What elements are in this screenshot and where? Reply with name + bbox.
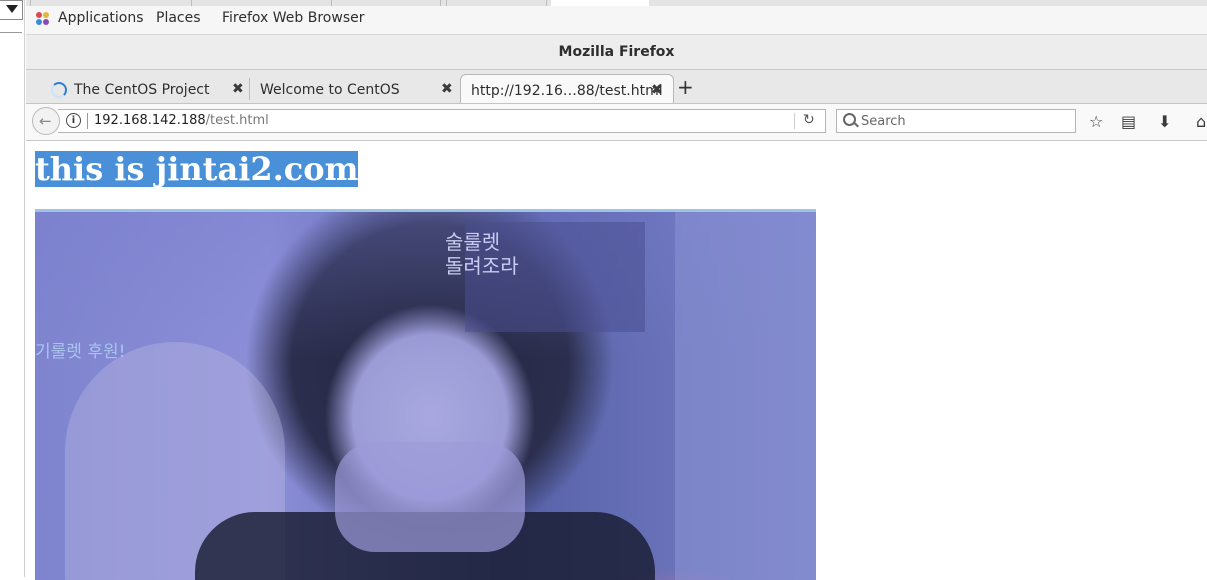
- bookmark-star-icon[interactable]: ☆: [1089, 112, 1103, 131]
- reading-list-icon[interactable]: ▤: [1121, 112, 1136, 131]
- page-heading: this is jintai2.com: [35, 150, 359, 188]
- active-app-menu[interactable]: Firefox Web Browser: [222, 10, 365, 26]
- close-tab-icon[interactable]: ✖: [441, 81, 453, 97]
- watermark: CSDN @StarkDD1127: [1038, 552, 1191, 568]
- tab-label: Welcome to CentOS: [260, 82, 400, 98]
- downloads-icon[interactable]: ⬇: [1158, 112, 1171, 131]
- image-caption-line2: 돌려조라: [445, 254, 519, 278]
- url-bar[interactable]: i 192.168.142.188/test.html ↻: [58, 109, 826, 133]
- back-arrow-icon: ←: [39, 112, 52, 130]
- search-icon: [843, 113, 856, 126]
- home-icon[interactable]: ⌂: [1196, 112, 1206, 131]
- applications-menu[interactable]: Applications: [58, 10, 144, 26]
- image-caption-line1: 술룰렛: [445, 230, 501, 254]
- close-tab-icon[interactable]: ✖: [232, 81, 244, 97]
- url-text[interactable]: 192.168.142.188/test.html: [94, 113, 269, 128]
- close-tab-icon[interactable]: ✖: [651, 82, 663, 98]
- reload-icon[interactable]: ↻: [803, 112, 815, 128]
- applications-icon: [36, 12, 50, 26]
- tab-label: The CentOS Project: [74, 82, 210, 98]
- window-titlebar[interactable]: Mozilla Firefox: [26, 35, 1207, 70]
- background-window-strip: [0, 0, 25, 577]
- tab-test-html[interactable]: http://192.16…88/test.html ✖: [460, 74, 674, 103]
- divider: [0, 32, 22, 33]
- tab-strip: The CentOS Project ✖ Welcome to CentOS ✖…: [26, 70, 1207, 104]
- window-title: Mozilla Firefox: [558, 44, 675, 60]
- gnome-top-panel: Applications Places Firefox Web Browser: [26, 0, 1207, 35]
- search-bar[interactable]: [836, 109, 1076, 133]
- site-info-icon[interactable]: i: [66, 113, 81, 128]
- places-menu[interactable]: Places: [156, 10, 201, 26]
- url-host: 192.168.142.188: [94, 113, 206, 128]
- page-image: 술룰렛 돌려조라 기룰렛 후원!: [35, 209, 816, 580]
- loading-spinner-icon: [51, 82, 67, 98]
- url-path: /test.html: [205, 113, 269, 128]
- dropdown-arrow-icon[interactable]: [0, 0, 23, 20]
- tab-label: http://192.16…88/test.html: [471, 83, 663, 99]
- taskbar-strip: [26, 0, 1207, 6]
- navigation-toolbar: i 192.168.142.188/test.html ↻ ← ☆ ▤ ⬇ ⌂: [26, 104, 1207, 141]
- image-side-text: 기룰렛 후원!: [35, 342, 126, 362]
- new-tab-button[interactable]: +: [677, 75, 694, 99]
- back-button[interactable]: ←: [32, 107, 60, 135]
- tab-centos-project[interactable]: The CentOS Project ✖: [28, 74, 250, 103]
- tab-welcome-centos[interactable]: Welcome to CentOS ✖: [252, 74, 458, 103]
- search-input[interactable]: [861, 112, 1061, 130]
